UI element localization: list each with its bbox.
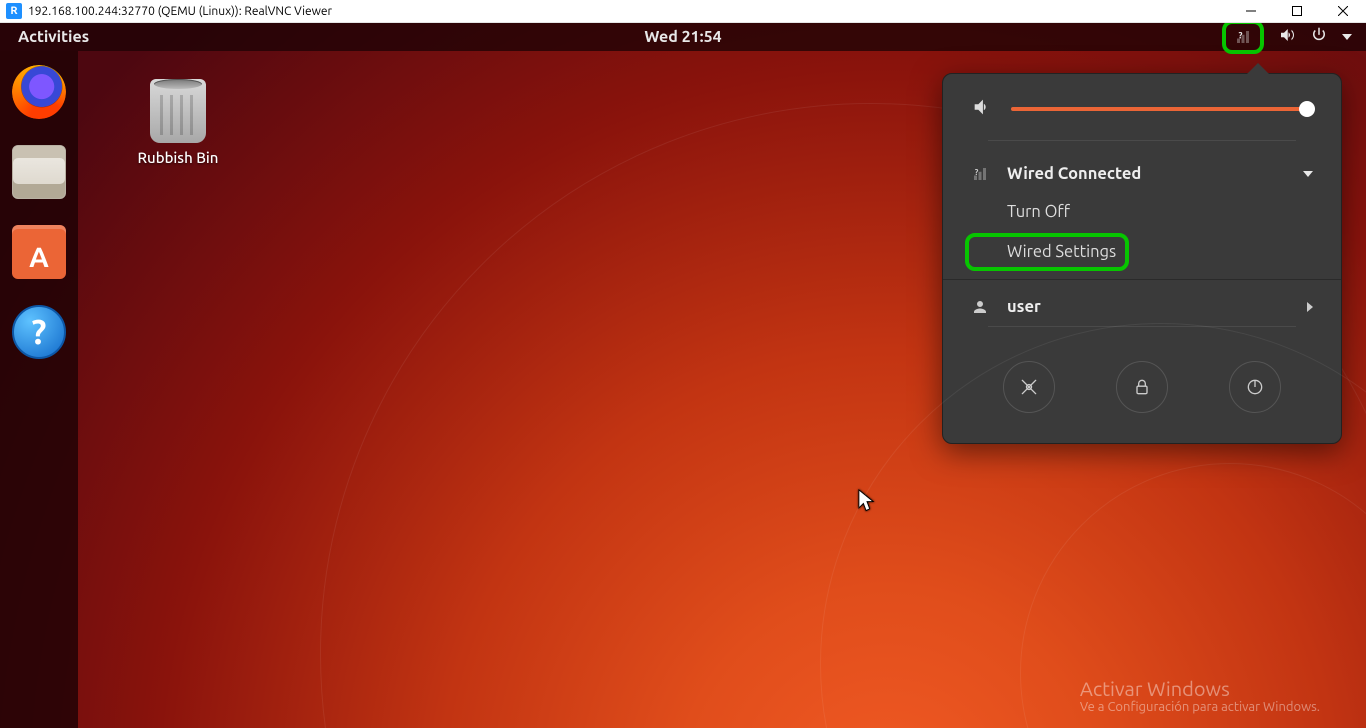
desktop-icon-trash[interactable]: Rubbish Bin bbox=[128, 79, 228, 166]
host-window-controls bbox=[1228, 0, 1366, 22]
settings-button[interactable] bbox=[1003, 361, 1055, 413]
gnome-top-bar: Activities Wed 21:54 ? bbox=[0, 23, 1366, 51]
divider bbox=[988, 140, 1296, 141]
separator bbox=[943, 279, 1341, 280]
mouse-cursor bbox=[858, 489, 876, 518]
maximize-button[interactable] bbox=[1274, 0, 1320, 22]
user-name: user bbox=[1007, 298, 1041, 316]
power-icon bbox=[1245, 377, 1265, 397]
divider bbox=[988, 326, 1296, 327]
network-title: Wired Connected bbox=[1007, 165, 1141, 183]
status-area[interactable]: ? bbox=[1222, 23, 1352, 51]
ubuntu-dock: A ? bbox=[0, 51, 78, 728]
network-wired-settings[interactable]: Wired Settings bbox=[965, 233, 1129, 271]
clock[interactable]: Wed 21:54 bbox=[644, 28, 721, 46]
minimize-button[interactable] bbox=[1228, 0, 1274, 22]
realvnc-icon: R bbox=[6, 3, 22, 19]
network-turn-off-label: Turn Off bbox=[1007, 203, 1070, 221]
user-row[interactable]: user bbox=[943, 288, 1341, 326]
network-turn-off[interactable]: Turn Off bbox=[943, 193, 1341, 231]
network-icon: ? bbox=[971, 165, 989, 183]
close-button[interactable] bbox=[1320, 0, 1366, 22]
ubuntu-desktop: Activities Wed 21:54 ? A ? Rubbish Bin bbox=[0, 23, 1366, 728]
trash-icon bbox=[150, 79, 206, 143]
volume-slider-thumb[interactable] bbox=[1299, 101, 1315, 117]
watermark-line1: Activar Windows bbox=[1080, 677, 1320, 700]
speaker-icon bbox=[971, 96, 993, 122]
system-menu-popover: ? Wired Connected Turn Off Wired Setting… bbox=[942, 73, 1342, 444]
chevron-right-icon bbox=[1307, 302, 1313, 312]
volume-icon[interactable] bbox=[1278, 26, 1296, 48]
dock-app-help[interactable]: ? bbox=[12, 305, 66, 359]
chevron-down-icon bbox=[1303, 171, 1313, 177]
watermark-line2: Ve a Configuración para activar Windows. bbox=[1080, 700, 1320, 714]
volume-row bbox=[943, 96, 1341, 140]
volume-slider[interactable] bbox=[1011, 107, 1313, 111]
chevron-down-icon[interactable] bbox=[1342, 34, 1352, 40]
activities-button[interactable]: Activities bbox=[18, 28, 89, 46]
dock-app-firefox[interactable] bbox=[12, 65, 66, 119]
lock-button[interactable] bbox=[1116, 361, 1168, 413]
power-button[interactable] bbox=[1229, 361, 1281, 413]
network-row[interactable]: ? Wired Connected bbox=[943, 155, 1341, 193]
network-status-icon[interactable]: ? bbox=[1222, 23, 1264, 54]
windows-activation-watermark: Activar Windows Ve a Configuración para … bbox=[1080, 677, 1320, 714]
trash-label: Rubbish Bin bbox=[128, 149, 228, 166]
host-window-titlebar: R 192.168.100.244:32770 (QEMU (Linux)): … bbox=[0, 0, 1366, 23]
action-button-row bbox=[943, 341, 1341, 413]
dock-app-files[interactable] bbox=[12, 145, 66, 199]
svg-text:?: ? bbox=[1239, 31, 1243, 41]
svg-text:?: ? bbox=[975, 167, 979, 177]
network-wired-settings-label: Wired Settings bbox=[1007, 243, 1116, 261]
settings-icon bbox=[1019, 377, 1039, 397]
lock-icon bbox=[1132, 377, 1152, 397]
host-window-title: 192.168.100.244:32770 (QEMU (Linux)): Re… bbox=[28, 5, 332, 18]
user-icon bbox=[971, 298, 989, 316]
dock-app-software[interactable]: A bbox=[12, 225, 66, 279]
power-icon[interactable] bbox=[1310, 26, 1328, 48]
